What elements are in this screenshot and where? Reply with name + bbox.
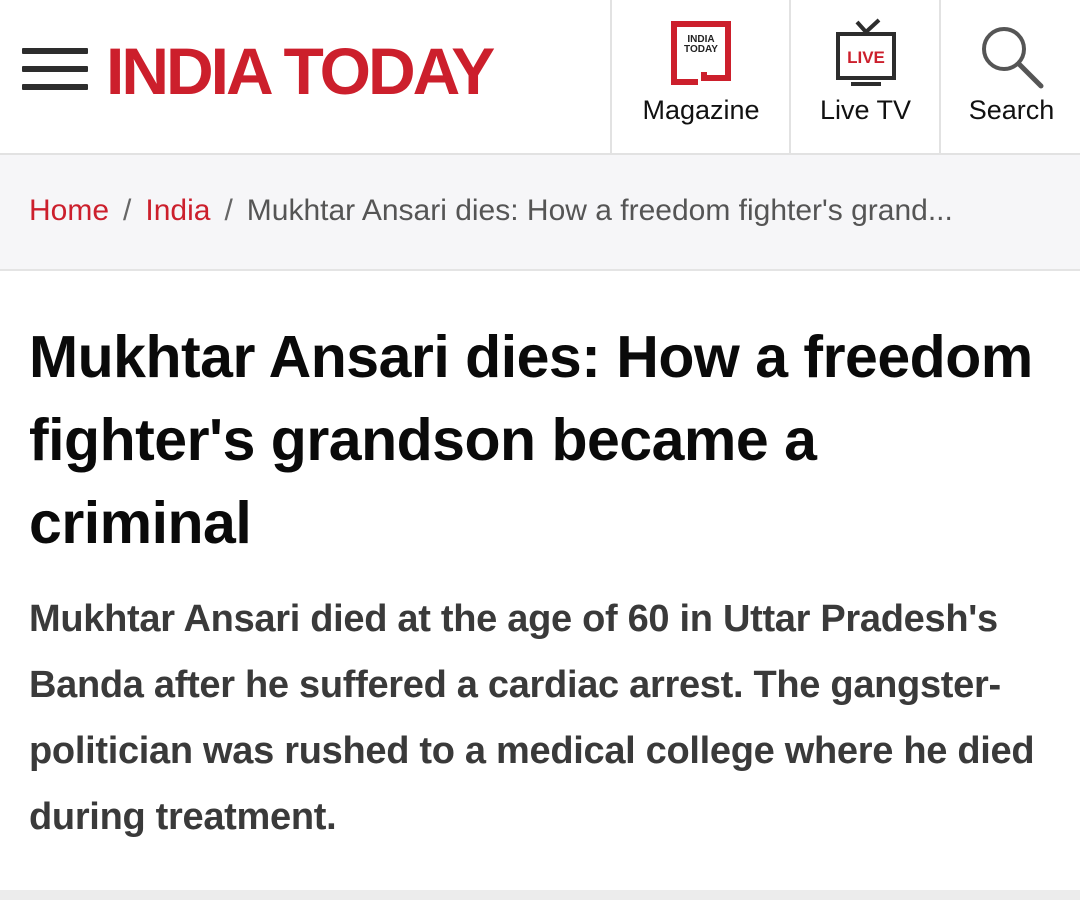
breadcrumb-bar: Home / India / Mukhtar Ansari dies: How a fr… [0, 155, 1080, 271]
nav-live-tv[interactable]: LIVE Live TV [789, 0, 940, 153]
breadcrumb: Home / India / Mukhtar Ansari dies: How a fr… [29, 191, 1059, 231]
nav-magazine-label: Magazine [642, 95, 760, 125]
magazine-icon: INDIA TODAY [671, 21, 731, 85]
breadcrumb-home-link[interactable]: Home [29, 194, 109, 227]
hamburger-menu-icon[interactable] [22, 48, 88, 92]
live-tv-icon: LIVE [836, 18, 896, 86]
article-headline: Mukhtar Ansari dies: How a freedom fight… [29, 324, 1033, 556]
search-icon [982, 27, 1044, 89]
breadcrumb-separator: / [224, 194, 233, 227]
breadcrumb-separator: / [123, 194, 132, 227]
nav-search[interactable]: Search [939, 0, 1080, 153]
breadcrumb-current-page: Mukhtar Ansari dies: How a freedom fight… [246, 194, 953, 227]
menu-bar [22, 84, 88, 90]
nav-magazine[interactable]: INDIA TODAY Magazine [610, 0, 790, 153]
breadcrumb-india-link[interactable]: India [145, 194, 210, 227]
menu-bar [22, 48, 88, 54]
article-summary: Mukhtar Ansari died at the age of 60 in … [29, 598, 1035, 838]
live-tv-icon-text: LIVE [847, 48, 885, 67]
site-logo[interactable]: INDIA TODAY [106, 38, 495, 104]
nav-live-tv-label: Live TV [819, 95, 912, 125]
magazine-icon-text-bottom: TODAY [684, 44, 718, 55]
section-divider [0, 890, 1080, 900]
nav-search-label: Search [968, 95, 1055, 125]
menu-bar [22, 66, 88, 72]
site-header: INDIA TODAY INDIA TODAY Magazine LIVE Li… [0, 0, 1080, 155]
